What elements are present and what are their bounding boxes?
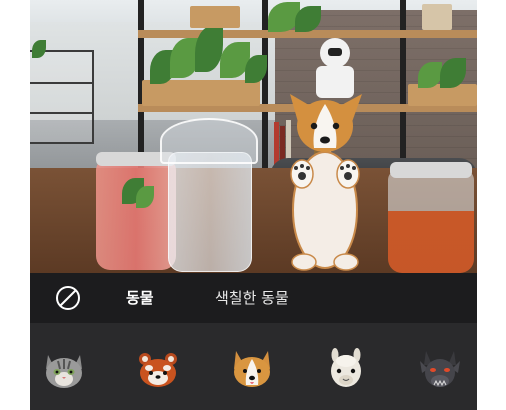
corgi-face-icon	[234, 351, 270, 387]
sticker-dragon[interactable]	[418, 347, 462, 391]
sticker-cat[interactable]	[42, 347, 86, 391]
ar-corgi-sticker[interactable]	[280, 90, 370, 272]
scene-box	[190, 6, 240, 28]
camera-screen: 동물 색칠한 동물	[30, 0, 477, 410]
category-tab-bar: 동물 색칠한 동물	[30, 273, 477, 323]
scene-box	[422, 4, 452, 30]
scene-clear-drink	[168, 152, 252, 272]
tab-colored-animals[interactable]: 색칠한 동물	[215, 288, 289, 308]
scene-glass-rim	[390, 162, 472, 178]
scene-dome-lid	[160, 118, 258, 164]
scene-orange-drink	[388, 170, 474, 273]
sticker-red-panda[interactable]	[136, 347, 180, 391]
scene-robot-visor	[328, 48, 342, 56]
sticker-corgi[interactable]	[230, 347, 274, 391]
camera-viewfinder	[30, 0, 477, 273]
sticker-tray	[30, 323, 477, 410]
sticker-llama[interactable]	[324, 347, 368, 391]
scene-pink-drink	[96, 160, 176, 270]
no-effect-button[interactable]	[54, 284, 82, 312]
red-panda-face-icon	[139, 353, 177, 387]
llama-face-icon	[331, 348, 361, 387]
no-effect-icon	[56, 286, 80, 310]
scene-wall-shelf	[30, 50, 94, 144]
dragon-face-icon	[420, 351, 460, 387]
cat-face-icon	[46, 355, 82, 388]
tab-animals[interactable]: 동물	[126, 288, 154, 308]
